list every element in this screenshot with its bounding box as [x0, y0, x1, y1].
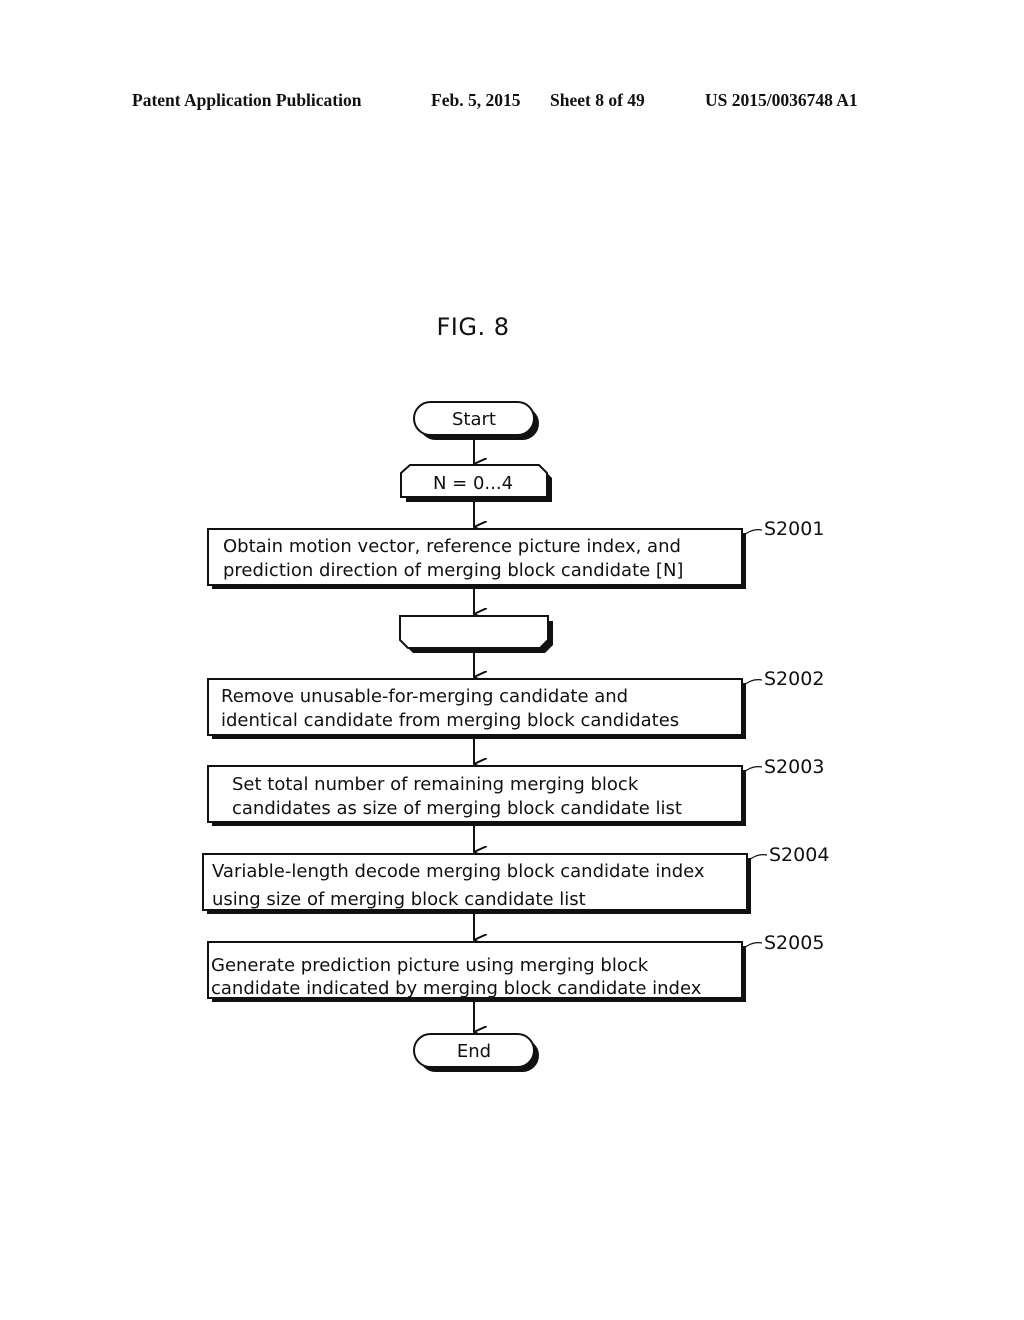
step-s2004-line-2: using size of merging block candidate li… — [212, 889, 586, 910]
step-s2004: Variable-length decode merging block can… — [202, 844, 829, 914]
step-s2005: Generate prediction picture using mergin… — [207, 932, 824, 1002]
step-s2003-line-1: Set total number of remaining merging bl… — [232, 774, 639, 795]
step-s2003: Set total number of remaining merging bl… — [207, 756, 824, 826]
step-s2003-id: S2003 — [764, 756, 824, 778]
step-s2005-line-2: candidate indicated by merging block can… — [211, 978, 702, 999]
step-s2001-line-2: prediction direction of merging block ca… — [223, 560, 683, 581]
loop-start-label: N = 0...4 — [433, 473, 513, 494]
step-s2004-line-1: Variable-length decode merging block can… — [212, 861, 705, 882]
step-s2002: Remove unusable-for-merging candidate an… — [207, 668, 824, 739]
step-s2004-id: S2004 — [769, 844, 829, 866]
step-s2005-id: S2005 — [764, 932, 824, 954]
end-terminal: End — [413, 1033, 539, 1072]
step-s2002-line-1: Remove unusable-for-merging candidate an… — [221, 686, 628, 707]
loop-end — [399, 615, 553, 653]
step-s2002-line-2: identical candidate from merging block c… — [221, 710, 679, 731]
step-s2001: Obtain motion vector, reference picture … — [207, 518, 824, 589]
step-s2003-line-2: candidates as size of merging block cand… — [232, 798, 682, 819]
start-terminal: Start — [413, 401, 539, 440]
start-label: Start — [452, 409, 496, 430]
end-label: End — [457, 1041, 491, 1062]
step-s2001-id: S2001 — [764, 518, 824, 540]
step-s2005-line-1: Generate prediction picture using mergin… — [211, 955, 649, 976]
flowchart: Start N = 0...4 Obtain motion vector, re… — [202, 401, 829, 1072]
loop-start: N = 0...4 — [400, 464, 552, 502]
step-s2001-line-1: Obtain motion vector, reference picture … — [223, 536, 681, 557]
step-s2002-id: S2002 — [764, 668, 824, 690]
